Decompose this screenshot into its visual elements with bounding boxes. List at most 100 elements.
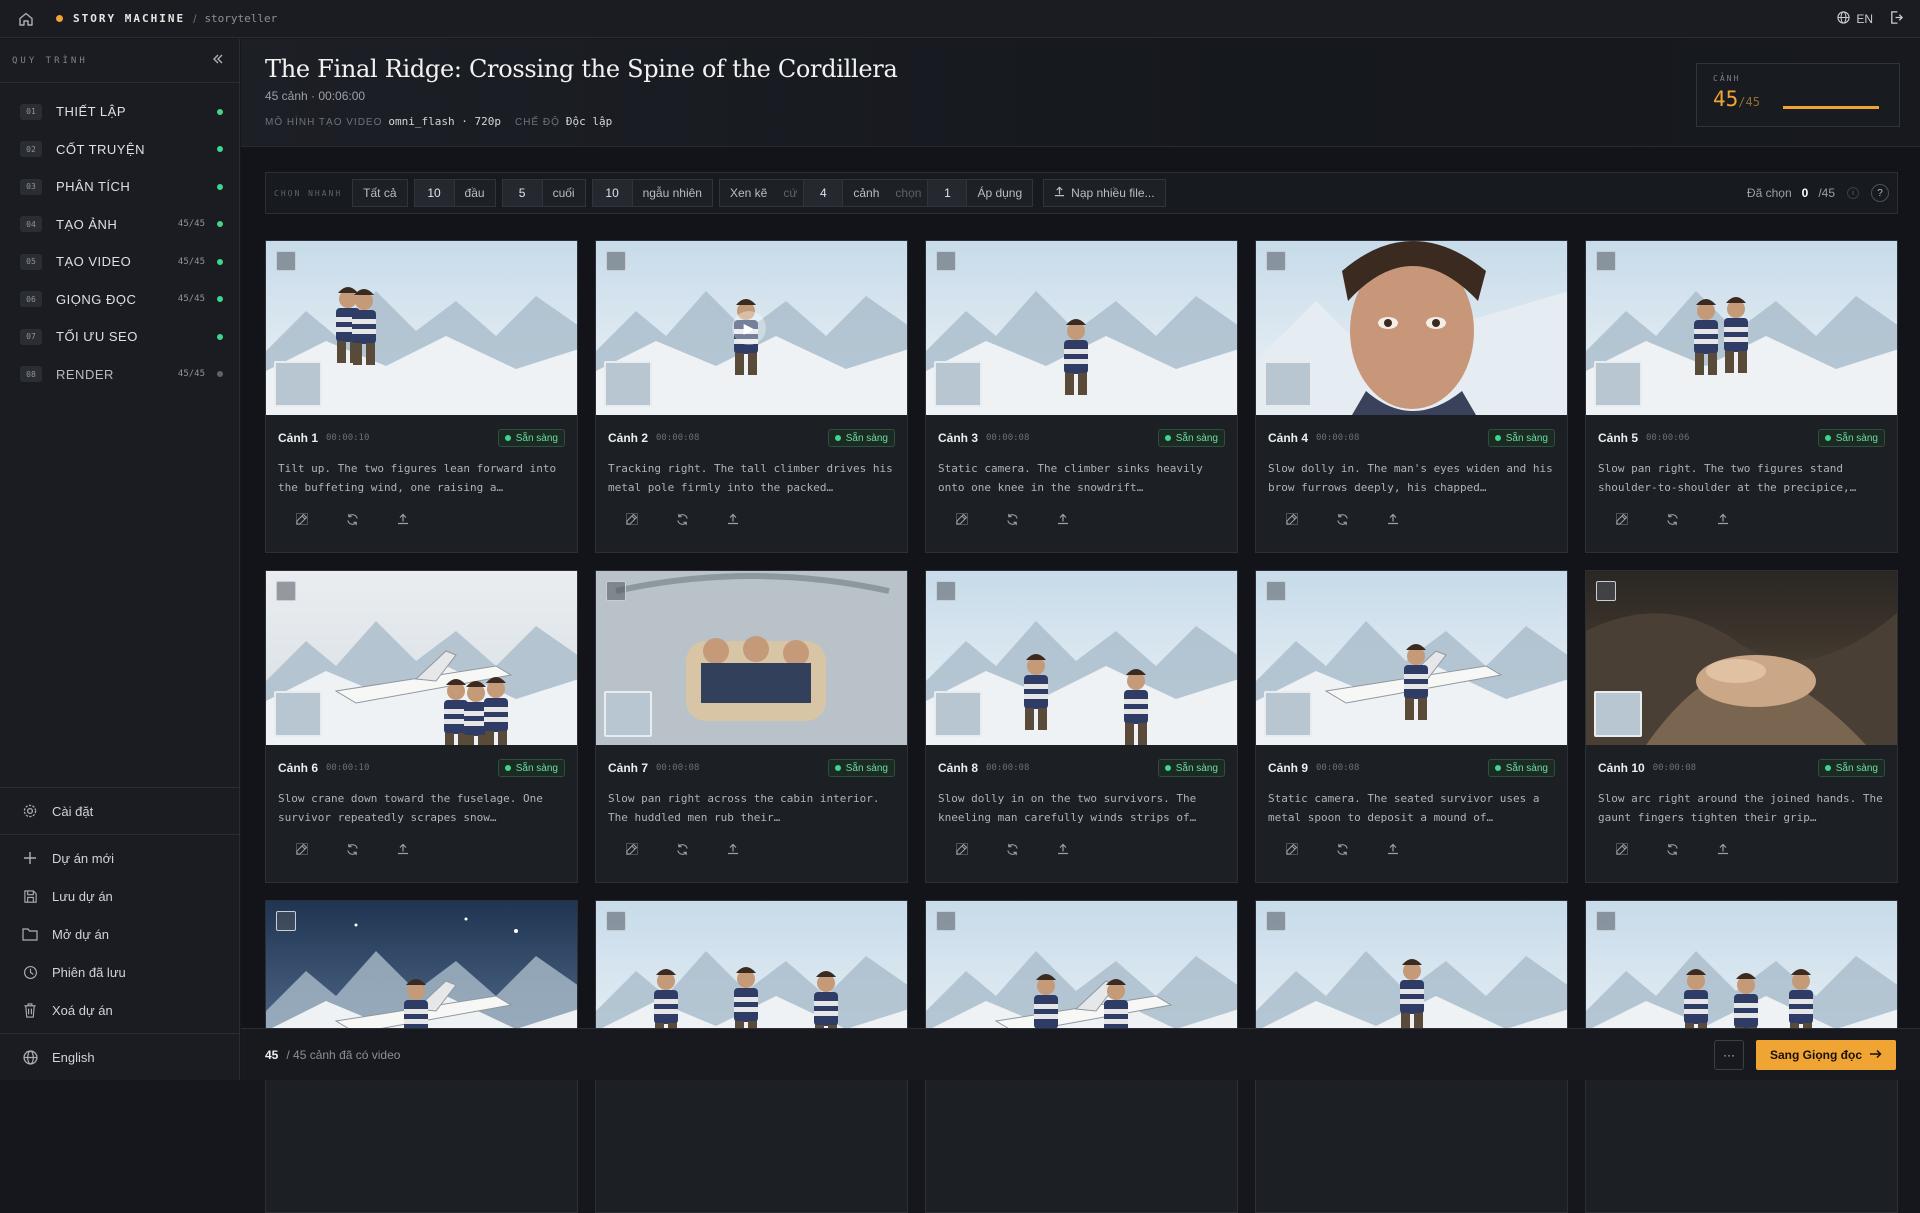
scene-select-checkbox[interactable] (606, 911, 626, 931)
sidebar-step[interactable]: 02 CỐT TRUYỆN (0, 131, 239, 169)
reference-image-thumbnail[interactable] (1594, 691, 1642, 737)
scene-select-checkbox[interactable] (1596, 251, 1616, 271)
select-first-button[interactable]: đầu (455, 180, 495, 206)
scene-card[interactable]: Cảnh 7 00:00:08 Sẵn sàng Slow pan right … (595, 570, 908, 883)
scene-thumbnail[interactable] (1256, 241, 1567, 415)
upload-icon[interactable] (727, 843, 739, 859)
regenerate-icon[interactable] (1336, 513, 1349, 529)
home-icon[interactable] (16, 9, 36, 29)
edit-icon[interactable] (1616, 843, 1628, 859)
regenerate-icon[interactable] (346, 843, 359, 859)
reference-image-thumbnail[interactable] (1264, 691, 1312, 737)
scene-select-checkbox[interactable] (276, 911, 296, 931)
sidebar-step[interactable]: 07 TỐI ƯU SEO (0, 318, 239, 356)
open-project-item[interactable]: Mở dự án (0, 915, 239, 953)
first-count-input[interactable]: 10 (414, 180, 455, 206)
scene-select-checkbox[interactable] (1266, 251, 1286, 271)
brand-name[interactable]: STORY MACHINE (73, 12, 185, 25)
language-item[interactable]: English (0, 1038, 239, 1076)
scene-card[interactable]: Cảnh 4 00:00:08 Sẵn sàng Slow dolly in. … (1255, 240, 1568, 553)
scene-card[interactable]: Cảnh 1 00:00:10 Sẵn sàng Tilt up. The tw… (265, 240, 578, 553)
scene-thumbnail[interactable] (926, 241, 1237, 415)
scene-thumbnail[interactable] (1256, 571, 1567, 745)
scene-card[interactable]: Cảnh 8 00:00:08 Sẵn sàng Slow dolly in o… (925, 570, 1238, 883)
upload-icon[interactable] (1717, 513, 1729, 529)
upload-icon[interactable] (1057, 513, 1069, 529)
scene-card[interactable]: Cảnh 6 00:00:10 Sẵn sàng Slow crane down… (265, 570, 578, 883)
regenerate-icon[interactable] (1006, 843, 1019, 859)
scene-card[interactable]: ▶ Cảnh 2 00:00:08 Sẵn sàng Tracking righ… (595, 240, 908, 553)
delete-project-item[interactable]: Xoá dự án (0, 991, 239, 1029)
scene-select-checkbox[interactable] (1266, 581, 1286, 601)
scene-select-checkbox[interactable] (1596, 911, 1616, 931)
upload-icon[interactable] (1387, 513, 1399, 529)
edit-icon[interactable] (1616, 513, 1628, 529)
saved-sessions-item[interactable]: Phiên đã lưu (0, 953, 239, 991)
regenerate-icon[interactable] (1666, 843, 1679, 859)
edit-icon[interactable] (626, 843, 638, 859)
next-step-button[interactable]: Sang Giọng đọc (1756, 1039, 1896, 1070)
edit-icon[interactable] (296, 843, 308, 859)
select-first-group[interactable]: 10 đầu (413, 179, 496, 207)
more-options-button[interactable]: ··· (1714, 1039, 1744, 1070)
edit-icon[interactable] (956, 513, 968, 529)
random-count-input[interactable]: 10 (592, 180, 633, 206)
scene-select-checkbox[interactable] (936, 911, 956, 931)
sidebar-step[interactable]: 08 RENDER 45/45 (0, 356, 239, 394)
sidebar-step[interactable]: 04 TẠO ẢNH 45/45 (0, 206, 239, 244)
language-switch[interactable]: EN (1837, 10, 1873, 27)
scene-thumbnail[interactable] (596, 571, 907, 745)
reference-image-thumbnail[interactable] (604, 691, 652, 737)
scene-select-checkbox[interactable] (606, 581, 626, 601)
regenerate-icon[interactable] (346, 513, 359, 529)
settings-item[interactable]: Cài đặt (0, 792, 239, 830)
scene-select-checkbox[interactable] (1596, 581, 1616, 601)
edit-icon[interactable] (1286, 843, 1298, 859)
select-all-button[interactable]: Tất cả (352, 179, 408, 207)
upload-icon[interactable] (1057, 843, 1069, 859)
save-project-item[interactable]: Lưu dự án (0, 877, 239, 915)
edit-icon[interactable] (1286, 513, 1298, 529)
upload-icon[interactable] (1387, 843, 1399, 859)
upload-icon[interactable] (397, 513, 409, 529)
info-icon[interactable]: i (1847, 187, 1859, 199)
edit-icon[interactable] (956, 843, 968, 859)
select-last-group[interactable]: 5 cuối (501, 179, 586, 207)
select-last-button[interactable]: cuối (543, 180, 585, 206)
reference-image-thumbnail[interactable] (934, 691, 982, 737)
scene-thumbnail[interactable] (266, 241, 577, 415)
scene-select-checkbox[interactable] (276, 581, 296, 601)
regenerate-icon[interactable] (1006, 513, 1019, 529)
upload-icon[interactable] (1717, 843, 1729, 859)
collapse-sidebar-icon[interactable] (211, 52, 225, 69)
sidebar-step[interactable]: 01 THIẾT LẬP (0, 93, 239, 131)
bulk-upload-button[interactable]: Nạp nhiều file... (1043, 179, 1166, 207)
reference-image-thumbnail[interactable] (1264, 361, 1312, 407)
sidebar-step[interactable]: 05 TẠO VIDEO 45/45 (0, 243, 239, 281)
sidebar-step[interactable]: 03 PHÂN TÍCH (0, 168, 239, 206)
select-random-group[interactable]: 10 ngẫu nhiên (591, 179, 713, 207)
scene-card[interactable]: Cảnh 5 00:00:06 Sẵn sàng Slow pan right.… (1585, 240, 1898, 553)
sidebar-step[interactable]: 06 GIỌNG ĐỌC 45/45 (0, 281, 239, 319)
reference-image-thumbnail[interactable] (1594, 361, 1642, 407)
scene-card[interactable]: Cảnh 3 00:00:08 Sẵn sàng Static camera. … (925, 240, 1238, 553)
edit-icon[interactable] (296, 513, 308, 529)
regenerate-icon[interactable] (1336, 843, 1349, 859)
scene-thumbnail[interactable]: ▶ (596, 241, 907, 415)
upload-icon[interactable] (727, 513, 739, 529)
play-icon[interactable]: ▶ (732, 311, 766, 345)
pick-count-input[interactable]: 1 (927, 180, 968, 206)
select-random-button[interactable]: ngẫu nhiên (633, 180, 712, 206)
new-project-item[interactable]: Dự án mới (0, 839, 239, 877)
upload-icon[interactable] (397, 843, 409, 859)
logout-icon[interactable] (1889, 10, 1904, 28)
scene-select-checkbox[interactable] (936, 251, 956, 271)
scene-select-checkbox[interactable] (936, 581, 956, 601)
scene-select-checkbox[interactable] (606, 251, 626, 271)
last-count-input[interactable]: 5 (502, 180, 543, 206)
every-count-input[interactable]: 4 (803, 180, 844, 206)
scene-thumbnail[interactable] (266, 571, 577, 745)
regenerate-icon[interactable] (676, 843, 689, 859)
reference-image-thumbnail[interactable] (274, 361, 322, 407)
scene-card[interactable]: Cảnh 9 00:00:08 Sẵn sàng Static camera. … (1255, 570, 1568, 883)
